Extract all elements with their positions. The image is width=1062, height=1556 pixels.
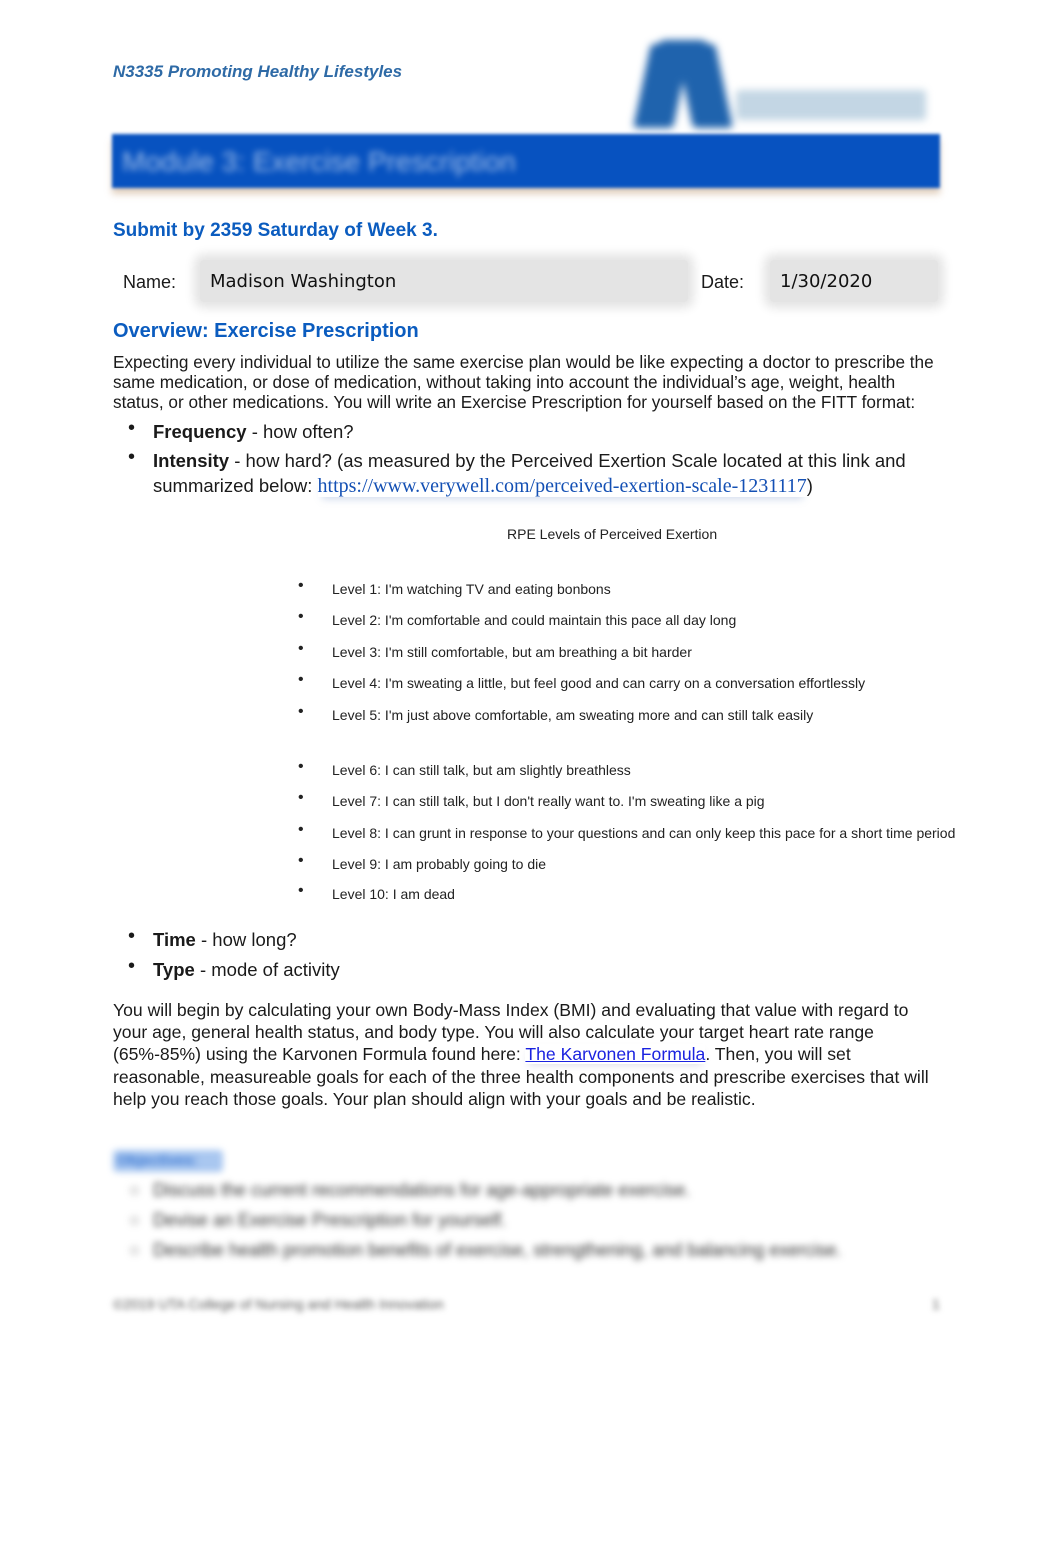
bullet-icon: •	[298, 671, 304, 688]
objective-item: ○ Describe health promotion benefits of e…	[129, 1240, 842, 1260]
bullet-icon: •	[298, 852, 304, 869]
rpe-level-text: Level 1: I'm watching TV and eating bonb…	[332, 581, 611, 597]
overview-heading: Overview: Exercise Prescription	[113, 320, 419, 342]
bullet-icon: •	[298, 577, 304, 594]
fitt-desc: - how long?	[195, 929, 297, 950]
bullet-icon: •	[128, 446, 136, 468]
bullet-icon: •	[298, 758, 304, 775]
rpe-level-text: Level 6: I can still talk, but am slight…	[332, 762, 631, 778]
perceived-exertion-link[interactable]: https://www.verywell.com/perceived-exert…	[318, 475, 807, 497]
rpe-level-text: Level 4: I'm sweating a little, but feel…	[332, 675, 866, 691]
fitt-desc: - mode of activity	[194, 959, 340, 980]
fitt-term: Time	[153, 929, 196, 950]
objectives-title: Objectives:	[113, 1150, 223, 1172]
bullet-icon: •	[298, 703, 304, 720]
karvonen-formula-link[interactable]: The Karvonen Formula	[525, 1044, 705, 1064]
footer-text: ©2019 UTA College of Nursing and Health …	[113, 1296, 444, 1312]
bullet-icon: •	[128, 925, 136, 947]
rpe-level-text: Level 9: I am probably going to die	[332, 856, 547, 872]
rpe-title: RPE Levels of Perceived Exertion	[507, 526, 718, 542]
rpe-level-text: Level 3: I'm still comfortable, but am b…	[332, 644, 692, 660]
bullet-icon: •	[298, 789, 304, 806]
name-label: Name:	[123, 272, 177, 292]
submit-deadline: Submit by 2359 Saturday of Week 3.	[113, 220, 438, 241]
closing-paren: )	[806, 475, 813, 496]
fitt-term: Intensity	[153, 450, 230, 471]
rpe-level-text: Level 7: I can still talk, but I don't r…	[332, 793, 765, 809]
objective-text: Describe health promotion benefits of ex…	[153, 1240, 842, 1260]
bullet-icon: •	[298, 640, 304, 657]
fitt-desc: - how often?	[246, 421, 354, 442]
module-title: Module 3: Exercise Prescription	[122, 146, 516, 177]
bullet-icon: •	[128, 955, 136, 977]
bullet-icon: •	[128, 417, 136, 439]
module-title-banner: Module 3: Exercise Prescription	[112, 134, 940, 188]
overview-closing: You will begin by calculating your own B…	[113, 999, 943, 1110]
name-field[interactable]: Madison Washington	[200, 260, 688, 302]
fitt-term: Frequency	[153, 421, 247, 442]
rpe-level-text: Level 5: I'm just above comfortable, am …	[332, 707, 814, 723]
objective-text: Discuss the current recommendations for …	[153, 1180, 691, 1200]
rpe-level-text: Level 2: I'm comfortable and could maint…	[332, 612, 737, 628]
bullet-icon: •	[298, 821, 304, 838]
objective-item: ○ Devise an Exercise Prescription for you…	[129, 1210, 507, 1230]
fitt-desc-cont: summarized below:	[153, 475, 318, 496]
objective-text: Devise an Exercise Prescription for your…	[153, 1210, 507, 1230]
rpe-level-text: Level 8: I can grunt in response to your…	[332, 825, 956, 841]
course-title: N3335 Promoting Healthy Lifestyles	[113, 62, 403, 81]
date-field[interactable]: 1/30/2020	[770, 260, 938, 302]
objective-item: ○ Discuss the current recommendations for…	[129, 1180, 691, 1200]
date-label: Date:	[701, 272, 745, 292]
rpe-level-text: Level 10: I am dead	[332, 886, 455, 902]
page-number: 1	[932, 1296, 940, 1312]
fitt-term: Type	[153, 959, 195, 980]
overview-intro: Expecting every individual to utilize th…	[113, 352, 934, 412]
fitt-desc: - how hard? (as measured by the Perceive…	[229, 450, 906, 471]
bullet-icon: •	[298, 882, 304, 899]
university-logo-icon	[632, 36, 932, 128]
bullet-icon: •	[298, 608, 304, 625]
